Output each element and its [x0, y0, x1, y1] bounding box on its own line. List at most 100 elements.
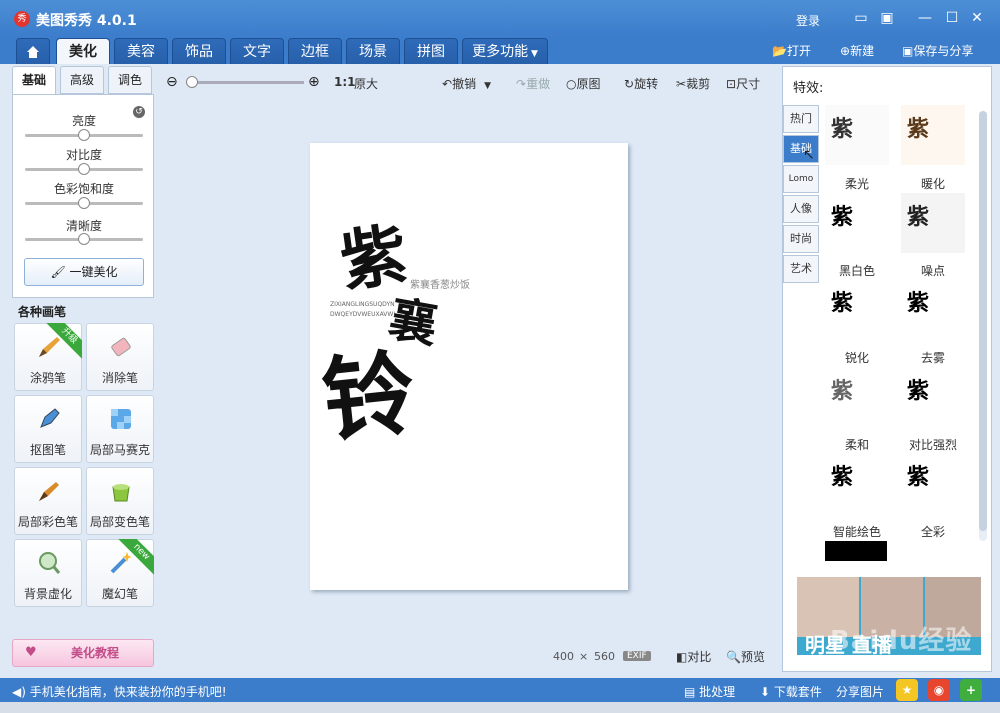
magic-brush-button[interactable]: new 魔幻笔 [86, 539, 154, 607]
zoom-in-icon[interactable]: ⊕ [308, 74, 320, 90]
skin-icon[interactable]: ▣ [878, 9, 896, 27]
zoom-slider[interactable] [186, 76, 304, 88]
star-icon[interactable]: ★ [896, 679, 918, 701]
tab-color[interactable]: 调色 [108, 66, 152, 94]
effect-thumb-partial[interactable] [825, 541, 887, 561]
tab-beautify[interactable]: 美化 [56, 38, 110, 64]
minimize-icon[interactable]: — [916, 9, 934, 27]
sharpness-slider[interactable] [25, 233, 143, 245]
tab-beauty[interactable]: 美容 [114, 38, 168, 64]
brightness-slider[interactable] [25, 129, 143, 141]
cutout-brush-label: 抠图笔 [29, 443, 66, 457]
mosaic-brush-label: 局部马赛克 [89, 443, 150, 457]
resize-icon: ⊡ [726, 77, 737, 91]
tab-accessories[interactable]: 饰品 [172, 38, 226, 64]
eraser-brush-button[interactable]: 消除笔 [86, 323, 154, 391]
background-blur-button[interactable]: 背景虚化 [14, 539, 82, 607]
original-image-button[interactable]: ○原图 [566, 75, 601, 92]
mosaic-brush-button[interactable]: 局部马赛克 [86, 395, 154, 463]
redo-button[interactable]: ↷重做 [516, 75, 550, 92]
color-brush-label: 局部彩色笔 [17, 515, 78, 529]
effects-title: 特效: [793, 81, 824, 96]
effect-thumb-noise[interactable]: 紫 [901, 193, 965, 253]
tip-link[interactable]: ◀) 手机美化指南，快来装扮你的手机吧! [12, 683, 227, 700]
close-icon[interactable]: ✕ [968, 9, 986, 27]
cutout-brush-button[interactable]: 抠图笔 [14, 395, 82, 463]
effect-tab-lomo[interactable]: Lomo [783, 165, 819, 193]
menu-bar: 美化 美容 饰品 文字 边框 场景 拼图 更多功能 ▼ 📂打开 ⊕新建 ▣保存与… [0, 38, 1000, 64]
one-key-label: 一键美化 [69, 265, 118, 279]
login-link[interactable]: 登录 [796, 12, 820, 29]
effect-thumb-sharpen[interactable]: 紫 [825, 279, 889, 339]
exif-button[interactable]: EXIF [623, 651, 651, 661]
contrast-slider[interactable] [25, 163, 143, 175]
original-image-label: 原图 [576, 77, 601, 91]
effect-thumb-smart-color[interactable]: 紫 [825, 453, 889, 513]
effect-thumb-dehaze[interactable]: 紫 [901, 279, 965, 339]
original-size-button[interactable]: 原大 [354, 75, 378, 92]
slider-knob[interactable] [78, 197, 90, 209]
tab-collage[interactable]: 拼图 [404, 38, 458, 64]
effect-thumb-full-color[interactable]: 紫 [901, 453, 965, 513]
tab-advanced[interactable]: 高级 [60, 66, 104, 94]
save-share-button[interactable]: ▣保存与分享 [902, 42, 973, 59]
effect-thumb-high-contrast[interactable]: 紫 [901, 367, 965, 427]
image-height: 560 [594, 650, 615, 663]
slider-knob[interactable] [78, 233, 90, 245]
effect-thumb-bw[interactable]: 紫 [825, 193, 889, 253]
saturation-label: 色彩饱和度 [53, 182, 114, 196]
compare-button[interactable]: ◧对比 [676, 648, 711, 665]
undo-button[interactable]: ↶撤销 ▼ [442, 75, 491, 92]
download-kit-button[interactable]: ⬇ 下载套件 [760, 683, 822, 700]
effect-tab-hot[interactable]: 热门 [783, 105, 819, 133]
image-width: 400 [553, 650, 574, 663]
batch-icon: ▤ [684, 685, 700, 699]
doodle-brush-button[interactable]: 升级 涂鸦笔 [14, 323, 82, 391]
effect-thumb-glyph: 紫 [907, 116, 930, 142]
effect-thumb-soft-light[interactable]: 紫 [825, 105, 889, 165]
watermark: Baidu经验 [830, 626, 973, 656]
rotate-button[interactable]: ↻旋转 [624, 75, 658, 92]
crop-label: 裁剪 [686, 77, 711, 91]
folder-icon: 📂 [772, 44, 787, 58]
tab-basic[interactable]: 基础 [12, 66, 56, 94]
slider-knob[interactable] [78, 129, 90, 141]
effect-tab-portrait[interactable]: 人像 [783, 195, 819, 223]
tab-scene[interactable]: 场景 [346, 38, 400, 64]
left-tabs: 基础 高级 调色 [10, 66, 156, 94]
crop-button[interactable]: ✂裁剪 [676, 75, 710, 92]
effects-scrollbar[interactable] [979, 111, 987, 541]
effect-thumb-warm[interactable]: 紫 [901, 105, 965, 165]
tab-border[interactable]: 边框 [288, 38, 342, 64]
effect-tab-fashion[interactable]: 时尚 [783, 225, 819, 253]
weibo-icon[interactable]: ◉ [928, 679, 950, 701]
message-icon[interactable]: ▭ [852, 9, 870, 27]
zoom-knob[interactable] [186, 76, 198, 88]
slider-knob[interactable] [78, 163, 90, 175]
preview-button[interactable]: 🔍预览 [726, 648, 765, 665]
home-tab[interactable] [16, 38, 50, 64]
effect-tab-art[interactable]: 艺术 [783, 255, 819, 283]
batch-button[interactable]: ▤ 批处理 [684, 683, 735, 700]
tab-more-functions[interactable]: 更多功能 ▼ [462, 38, 548, 64]
tab-text[interactable]: 文字 [230, 38, 284, 64]
image-canvas[interactable]: 紫 襄 铃 紫襄香葱炒饭 ZIXIANGLINGSUQDYN DWQEYDVWE… [310, 143, 628, 590]
app-title: 美图秀秀 4.0.1 [36, 13, 137, 29]
zoom-out-icon[interactable]: ⊖ [166, 74, 178, 90]
color-brush-button[interactable]: 局部彩色笔 [14, 467, 82, 535]
app-logo-icon: 秀 [14, 11, 30, 27]
maximize-icon[interactable]: ☐ [943, 9, 961, 27]
one-key-beautify-button[interactable]: 🖌 一键美化 [24, 258, 144, 286]
recolor-brush-button[interactable]: 局部变色笔 [86, 467, 154, 535]
chevron-down-icon[interactable]: ▼ [484, 81, 491, 91]
scrollbar-thumb[interactable] [979, 111, 987, 531]
saturation-slider[interactable] [25, 197, 143, 209]
resize-button[interactable]: ⊡尺寸 [726, 75, 760, 92]
tip-text: 手机美化指南，快来装扮你的手机吧! [29, 685, 227, 699]
add-icon[interactable]: + [960, 679, 982, 701]
new-button[interactable]: ⊕新建 [840, 42, 874, 59]
open-button[interactable]: 📂打开 [772, 42, 811, 59]
effect-label-sharpen: 锐化 [844, 351, 869, 365]
beautify-tutorial-button[interactable]: ♥ 美化教程 [12, 639, 154, 667]
effect-thumb-soft[interactable]: 紫 [825, 367, 889, 427]
